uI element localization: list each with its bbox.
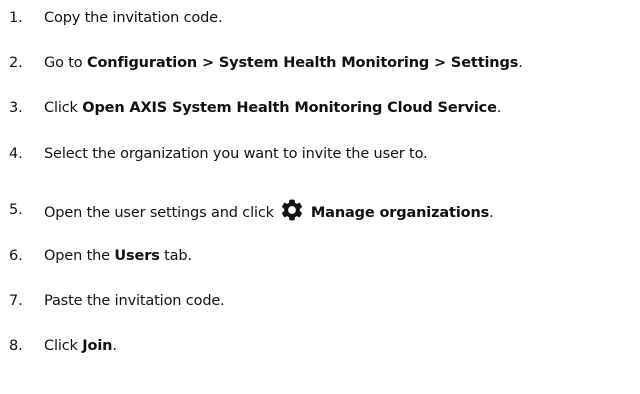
step-text-part: Open the — [44, 248, 115, 264]
step-text-part: . — [518, 55, 523, 71]
step-number: 8. — [9, 338, 23, 354]
manage-organizations-label: Manage organizations — [310, 205, 490, 221]
service-name: Open AXIS System Health Monitoring Cloud… — [82, 100, 497, 116]
step-text: Open the user settings and click Manage o… — [44, 197, 494, 223]
step-number: 3. — [9, 100, 23, 116]
step-5: 5. Open the user settings and click Manag… — [0, 195, 640, 225]
step-number: 5. — [9, 202, 23, 218]
menu-path: Configuration > System Health Monitoring… — [86, 55, 519, 71]
step-number: 6. — [9, 248, 23, 264]
step-6: 6. Open the Users tab. — [0, 241, 640, 271]
gear-icon — [279, 197, 305, 223]
join-label: Join — [82, 338, 113, 354]
step-text: Click Join. — [44, 338, 117, 354]
users-tab-label: Users — [114, 248, 160, 264]
step-text: Copy the invitation code. — [44, 10, 223, 26]
step-text-part: Paste the invitation code. — [44, 293, 225, 309]
step-text-part: Select the organization you want to invi… — [44, 146, 428, 162]
step-text-part: Click — [44, 100, 83, 116]
step-text-part: Copy the invitation code. — [44, 10, 223, 26]
step-text-part: . — [496, 100, 502, 116]
step-text: Open the Users tab. — [44, 248, 192, 264]
step-text: Paste the invitation code. — [44, 293, 225, 309]
step-number: 4. — [9, 146, 23, 162]
step-text: Click Open AXIS System Health Monitoring… — [44, 100, 501, 116]
step-2: 2. Go to Configuration > System Health M… — [0, 48, 640, 78]
step-text: Go to Configuration > System Health Moni… — [44, 55, 523, 71]
step-text-part: tab. — [159, 248, 192, 264]
step-text-part: . — [489, 205, 494, 221]
step-8: 8. Click Join. — [0, 331, 640, 361]
step-text-part: Click — [44, 338, 83, 354]
step-7: 7. Paste the invitation code. — [0, 286, 640, 316]
step-text: Select the organization you want to invi… — [44, 146, 428, 162]
step-number: 7. — [9, 293, 23, 309]
step-text-part: Open the user settings and click — [44, 205, 274, 221]
step-1: 1. Copy the invitation code. — [0, 3, 640, 33]
step-text-part: Go to — [44, 55, 87, 71]
step-4: 4. Select the organization you want to i… — [0, 139, 640, 169]
step-text-part: . — [112, 338, 117, 354]
step-number: 2. — [9, 55, 23, 71]
step-3: 3. Click Open AXIS System Health Monitor… — [0, 93, 640, 123]
step-number: 1. — [9, 10, 23, 26]
